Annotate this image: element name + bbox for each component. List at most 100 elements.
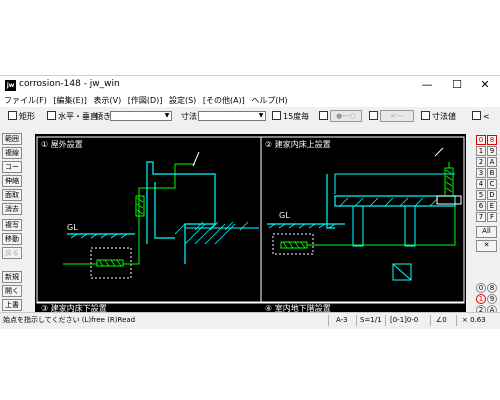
dots-button[interactable]: ●---○ <box>330 110 362 122</box>
layer-button-8[interactable]: 8 <box>487 135 497 145</box>
dots-checkbox[interactable] <box>319 111 330 122</box>
status-separator <box>328 315 329 326</box>
layer-button-f[interactable]: F <box>487 212 497 222</box>
title-bar: jw corrosion-148 - jw_win — ☐ ✕ <box>0 76 500 94</box>
status-layer[interactable]: [0-1]0-0 <box>390 313 418 328</box>
status-zoom[interactable]: × 0.63 <box>462 313 486 328</box>
panel-title-3: ③ 建家内床下設置 <box>41 303 107 312</box>
menu-view[interactable]: 表示(V) <box>93 96 121 105</box>
checkbox-icon <box>272 111 281 120</box>
lt-label: < <box>483 112 490 121</box>
wall-2 <box>326 174 335 229</box>
anode-hatch-2 <box>282 241 306 249</box>
layer-x-button[interactable]: ✕ <box>476 240 497 252</box>
status-scale[interactable]: S=1/1 <box>360 313 382 328</box>
layer-button-4[interactable]: 4 <box>476 179 486 189</box>
layer-button-9[interactable]: 9 <box>487 146 497 156</box>
layer-button-e[interactable]: E <box>487 201 497 211</box>
close-button[interactable]: ✕ <box>470 76 500 94</box>
anode-hatch-1 <box>98 259 122 267</box>
deg15-checkbox[interactable]: 15度毎 <box>272 111 309 122</box>
group-button-8[interactable]: 8 <box>487 283 497 293</box>
leader-1 <box>192 151 200 167</box>
structure-1b <box>154 182 175 239</box>
menu-help[interactable]: ヘルプ(H) <box>251 96 287 105</box>
drawing-svg: ① 屋外設置 ② 建家内床上設置 ③ 建家内床下設置 ④ 室内地下階設置 GL <box>36 136 465 312</box>
layer-button-c[interactable]: C <box>487 179 497 189</box>
checkbox-icon <box>472 111 481 120</box>
tool-stretch[interactable]: 伸縮 <box>2 175 22 187</box>
slope-select[interactable]: ▼ <box>110 111 172 121</box>
tool-undo[interactable]: 戻る <box>2 247 22 259</box>
dimvalue-label: 寸法値 <box>432 112 456 121</box>
slope-label: 傾き <box>95 112 111 121</box>
layer-button-2[interactable]: 2 <box>476 157 486 167</box>
layer-button-b[interactable]: B <box>487 168 497 178</box>
menu-file[interactable]: ファイル(F) <box>4 96 47 105</box>
layer-button-1[interactable]: 1 <box>476 146 486 156</box>
ground-hatch-2 <box>268 223 336 229</box>
tool-new[interactable]: 新規 <box>2 271 22 283</box>
tool-range[interactable]: 範囲 <box>2 133 22 145</box>
layer-button-5[interactable]: 5 <box>476 190 486 200</box>
menu-other[interactable]: [その他(A)] <box>203 96 245 105</box>
checkbox-icon <box>421 111 430 120</box>
layer-button-0[interactable]: 0 <box>476 135 486 145</box>
layer-button-7[interactable]: 7 <box>476 212 486 222</box>
tool-parallel[interactable]: 複線 <box>2 147 22 159</box>
wire-1b <box>123 163 195 265</box>
rect-checkbox[interactable]: 矩形 <box>8 111 35 122</box>
dimension-select[interactable]: ▼ <box>198 111 266 121</box>
layer-all-button[interactable]: All <box>476 226 497 238</box>
tool-corner[interactable]: コーナー <box>2 161 22 182</box>
panel-title-2: ② 建家内床上設置 <box>265 139 331 149</box>
status-separator <box>430 315 431 326</box>
tool-erase[interactable]: 消去 <box>2 203 22 215</box>
layer-button-a[interactable]: A <box>487 157 497 167</box>
chevron-down-icon: ▼ <box>258 112 264 119</box>
lt-checkbox[interactable]: < <box>472 111 490 122</box>
status-bar: 始点を指示してください (L)free (R)Read A-3 S=1/1 [0… <box>0 312 500 329</box>
app-window: jw corrosion-148 - jw_win — ☐ ✕ ファイル(F) … <box>0 75 500 329</box>
window-title: corrosion-148 - jw_win <box>19 79 120 89</box>
tool-copy[interactable]: 複写 <box>2 219 22 231</box>
checkbox-icon <box>319 111 328 120</box>
maximize-button[interactable]: ☐ <box>442 76 472 94</box>
layer-button-d[interactable]: D <box>487 190 497 200</box>
tool-chamfer[interactable]: 面取 <box>2 189 22 201</box>
menu-edit[interactable]: [編集(E)] <box>53 96 87 105</box>
layer-button-6[interactable]: 6 <box>476 201 486 211</box>
dimension-label: 寸法 <box>181 112 197 121</box>
drawing-canvas[interactable]: ① 屋外設置 ② 建家内床上設置 ③ 建家内床下設置 ④ 室内地下階設置 GL <box>35 134 466 312</box>
group-button-0[interactable]: 0 <box>476 283 486 293</box>
wire-2b <box>345 203 456 246</box>
tool-overwrite[interactable]: 上書 <box>2 299 22 311</box>
hv-checkbox[interactable]: 水平・垂直 <box>47 111 98 122</box>
status-paper[interactable]: A-3 <box>336 313 348 328</box>
dimvalue-checkbox[interactable]: 寸法値 <box>421 111 456 122</box>
rect-label: 矩形 <box>19 112 35 121</box>
menu-draw[interactable]: [作図(D)] <box>128 96 163 105</box>
panel-title-1: ① 屋外設置 <box>41 139 83 149</box>
tool-open[interactable]: 開く <box>2 285 22 297</box>
deg15-label: 15度毎 <box>283 112 310 121</box>
gl-label-1: GL <box>67 223 78 232</box>
group-button-1[interactable]: 1 <box>476 294 486 304</box>
layer-button-3[interactable]: 3 <box>476 168 486 178</box>
menu-settings[interactable]: 設定(S) <box>169 96 196 105</box>
structure-hatch-1 <box>174 223 236 245</box>
ground-hatch-1 <box>70 233 128 239</box>
tool-move[interactable]: 移動 <box>2 233 22 245</box>
panel-2-drawing: GL <box>267 147 462 281</box>
status-separator <box>356 315 357 326</box>
status-angle[interactable]: ∠0 <box>436 313 447 328</box>
checkbox-icon <box>369 111 378 120</box>
minimize-button[interactable]: — <box>412 76 442 94</box>
hv-label: 水平・垂直 <box>58 112 98 121</box>
leader-2 <box>434 147 444 157</box>
arrows-button[interactable]: <--- <box>380 110 414 122</box>
status-separator <box>385 315 386 326</box>
structure-1 <box>146 161 216 264</box>
arrows-checkbox[interactable] <box>369 111 380 122</box>
group-button-9[interactable]: 9 <box>487 294 497 304</box>
